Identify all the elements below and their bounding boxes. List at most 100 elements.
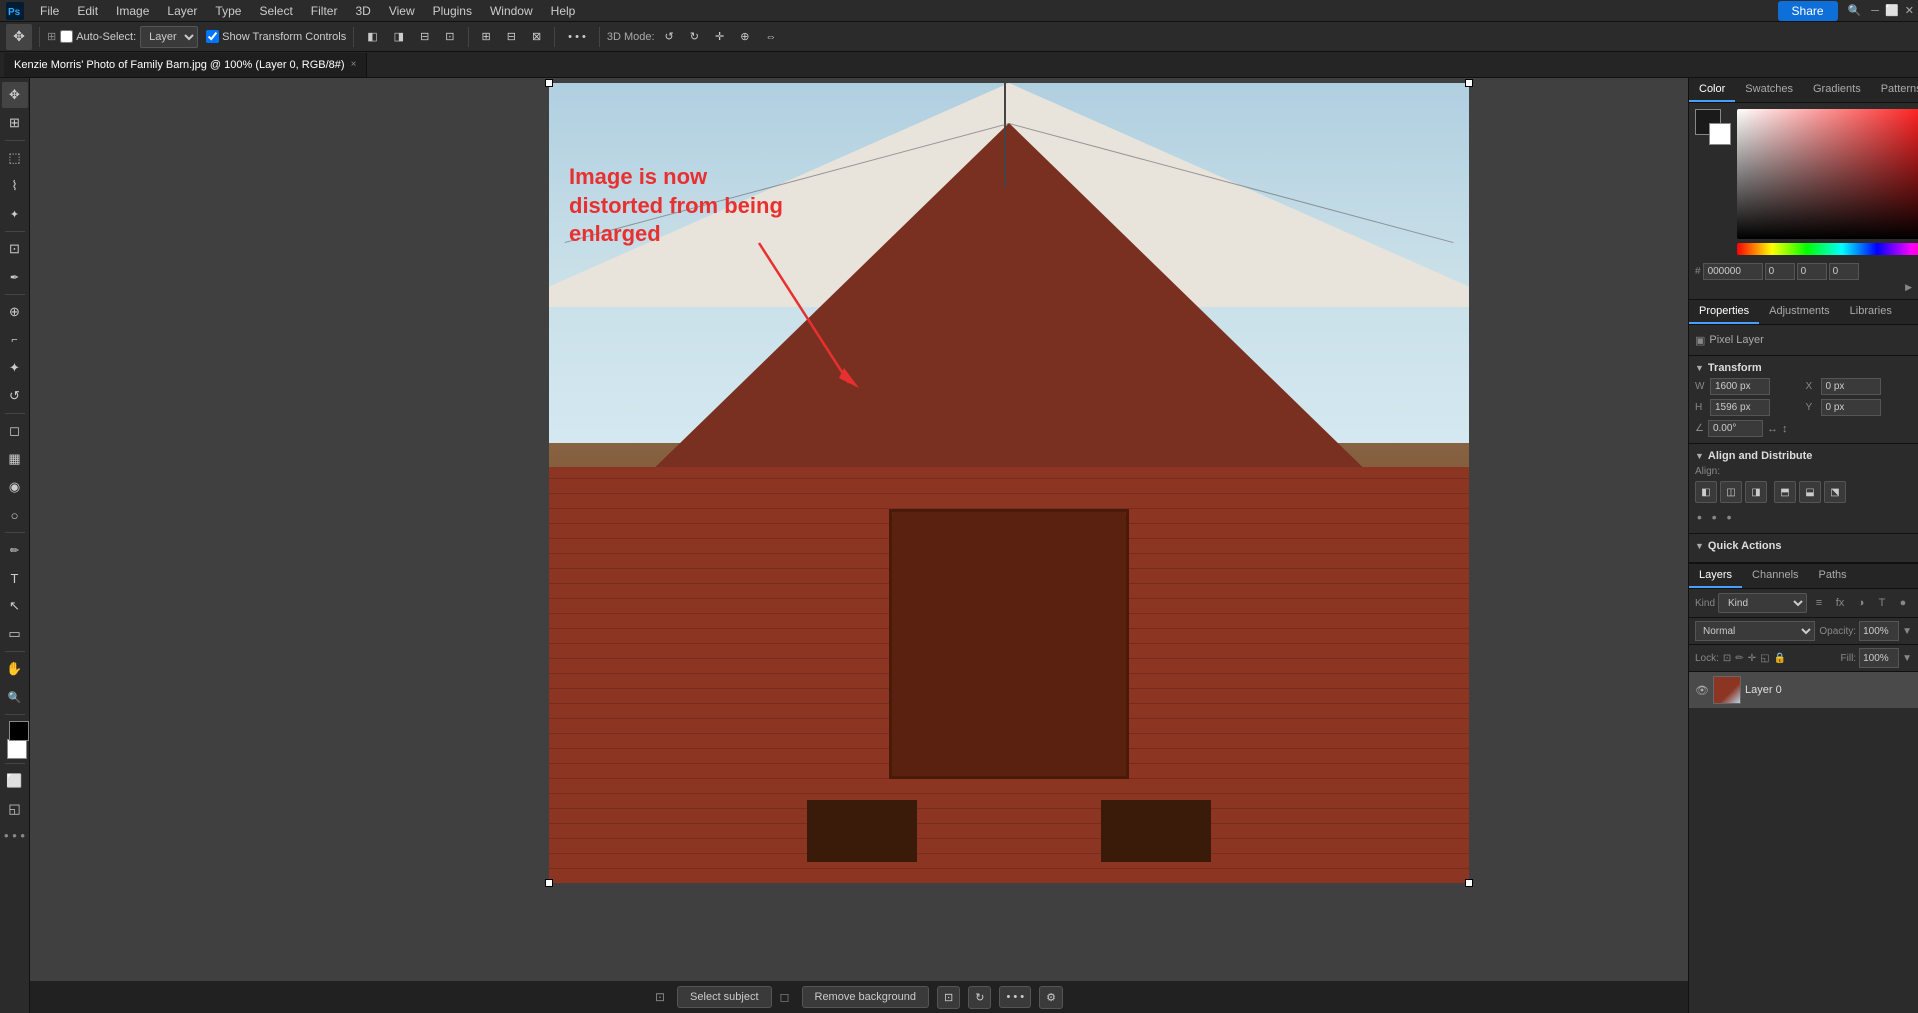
eyedropper-tool[interactable]: ✒ xyxy=(2,264,28,290)
artboard-tool[interactable]: ⊞ xyxy=(2,110,28,136)
handle-bl[interactable] xyxy=(545,879,553,887)
slide-3d-btn[interactable]: ⊕ xyxy=(734,26,755,48)
flip-v-btn[interactable]: ↕ xyxy=(1782,423,1788,435)
background-swatch[interactable] xyxy=(1709,123,1731,145)
fill-arrow[interactable]: ▼ xyxy=(1902,653,1912,664)
handle-tl[interactable] xyxy=(545,79,553,87)
align-left-edge-btn[interactable]: ◧ xyxy=(1695,481,1717,503)
screen-mode-btn[interactable]: ◱ xyxy=(2,796,28,822)
minimize-button[interactable]: ─ xyxy=(1871,5,1879,17)
layers-fx-btn[interactable]: fx xyxy=(1831,594,1849,612)
tab-layers[interactable]: Layers xyxy=(1689,564,1742,588)
fill-input[interactable] xyxy=(1859,648,1899,668)
tab-close-btn[interactable]: × xyxy=(351,59,357,70)
quick-actions-header[interactable]: ▼ Quick Actions xyxy=(1695,540,1912,552)
align-bottom-edge-btn[interactable]: ⬔ xyxy=(1824,481,1846,503)
menu-plugins[interactable]: Plugins xyxy=(425,2,480,20)
pen-tool[interactable]: ✏ xyxy=(2,537,28,563)
rotate-3d-btn[interactable]: ↺ xyxy=(659,26,680,48)
type-tool[interactable]: T xyxy=(2,565,28,591)
b-input[interactable] xyxy=(1829,263,1859,280)
menu-type[interactable]: Type xyxy=(207,2,249,20)
menu-select[interactable]: Select xyxy=(251,2,300,20)
restore-button[interactable]: ⬜ xyxy=(1885,4,1899,17)
menu-window[interactable]: Window xyxy=(482,2,541,20)
move-tool-options[interactable]: ✥ xyxy=(6,24,32,50)
auto-select-checkbox[interactable]: Auto-Select: xyxy=(60,30,136,43)
lock-brush-btn[interactable]: ✏ xyxy=(1735,653,1743,664)
hue-slider[interactable] xyxy=(1737,243,1918,255)
zoom-tool[interactable]: 🔍 xyxy=(2,684,28,710)
foreground-color[interactable] xyxy=(9,721,29,741)
more-options-btn[interactable]: • • • xyxy=(562,26,592,48)
height-input[interactable] xyxy=(1710,399,1770,416)
share-button[interactable]: Share xyxy=(1778,1,1838,21)
lasso-tool[interactable]: ⌇ xyxy=(2,173,28,199)
menu-view[interactable]: View xyxy=(381,2,423,20)
auto-select-dropdown[interactable]: Layer xyxy=(140,26,198,48)
hex-input[interactable] xyxy=(1703,263,1763,280)
crop-tool[interactable]: ⊡ xyxy=(2,236,28,262)
align-v-center-btn[interactable]: ⬓ xyxy=(1799,481,1821,503)
lock-transparent-btn[interactable]: ⊡ xyxy=(1723,653,1731,664)
background-color[interactable] xyxy=(7,739,27,759)
align-top-btn[interactable]: ⊡ xyxy=(439,26,460,48)
scale-3d-btn[interactable]: ⇔ xyxy=(759,26,782,48)
opacity-arrow[interactable]: ▼ xyxy=(1902,626,1912,637)
align-h-center-btn[interactable]: ◫ xyxy=(1720,481,1742,503)
marquee-tool[interactable]: ⬚ xyxy=(2,145,28,171)
settings-btn[interactable]: ⚙ xyxy=(1039,986,1063,1009)
angle-input[interactable] xyxy=(1708,420,1763,437)
align-more-btn[interactable]: • • • xyxy=(1695,507,1912,527)
menu-file[interactable]: File xyxy=(32,2,67,20)
search-icon[interactable]: 🔍 xyxy=(1848,4,1862,17)
mask-mode-btn[interactable]: ⬜ xyxy=(2,768,28,794)
layer-visibility-toggle[interactable]: 👁 xyxy=(1695,683,1709,697)
y-input[interactable] xyxy=(1821,399,1881,416)
layers-type-btn[interactable]: T xyxy=(1873,594,1891,612)
menu-help[interactable]: Help xyxy=(543,2,584,20)
healing-tool[interactable]: ⊕ xyxy=(2,299,28,325)
tab-color[interactable]: Color xyxy=(1689,78,1735,102)
tab-libraries[interactable]: Libraries xyxy=(1840,300,1902,324)
menu-layer[interactable]: Layer xyxy=(159,2,205,20)
tab-patterns[interactable]: Patterns xyxy=(1871,78,1918,102)
x-input[interactable] xyxy=(1821,378,1881,395)
menu-3d[interactable]: 3D xyxy=(347,2,378,20)
canvas-image[interactable]: Image is nowdistorted from beingenlarged xyxy=(549,83,1469,883)
lock-move-btn[interactable]: ✛ xyxy=(1748,653,1756,664)
align-right-btn[interactable]: ⊟ xyxy=(414,26,435,48)
handle-tr[interactable] xyxy=(1465,79,1473,87)
width-input[interactable] xyxy=(1710,378,1770,395)
more-actions-btn[interactable]: • • • xyxy=(999,986,1031,1008)
blur-tool[interactable]: ◉ xyxy=(2,474,28,500)
brush-tool[interactable]: ⌐ xyxy=(2,327,28,353)
tab-paths[interactable]: Paths xyxy=(1809,564,1857,588)
select-subject-btn[interactable]: Select subject xyxy=(677,986,771,1008)
g-input[interactable] xyxy=(1797,263,1827,280)
menu-image[interactable]: Image xyxy=(108,2,157,20)
align-left-btn[interactable]: ◧ xyxy=(361,26,383,48)
align-top-edge-btn[interactable]: ⬒ xyxy=(1774,481,1796,503)
menu-filter[interactable]: Filter xyxy=(303,2,346,20)
close-button[interactable]: ✕ xyxy=(1905,4,1914,17)
dist-horizontal-btn[interactable]: ⊞ xyxy=(476,26,497,48)
dist-gap-btn[interactable]: ⊠ xyxy=(526,26,547,48)
hand-tool[interactable]: ✋ xyxy=(2,656,28,682)
move-tool[interactable]: ✥ xyxy=(2,82,28,108)
expand-canvas-btn[interactable]: ⊡ xyxy=(937,986,960,1009)
tab-properties[interactable]: Properties xyxy=(1689,300,1759,324)
dist-vertical-btn[interactable]: ⊟ xyxy=(501,26,522,48)
opacity-input[interactable] xyxy=(1859,621,1899,641)
history-brush-tool[interactable]: ↺ xyxy=(2,383,28,409)
quick-select-tool[interactable]: ✦ xyxy=(2,201,28,227)
tab-adjustments[interactable]: Adjustments xyxy=(1759,300,1840,324)
blend-mode-select[interactable]: Normal xyxy=(1695,621,1815,641)
r-input[interactable] xyxy=(1765,263,1795,280)
align-center-btn[interactable]: ◨ xyxy=(388,26,410,48)
path-selection-tool[interactable]: ↖ xyxy=(2,593,28,619)
tab-gradients[interactable]: Gradients xyxy=(1803,78,1871,102)
layers-filter-icon[interactable]: ≡ xyxy=(1810,594,1828,612)
handle-br[interactable] xyxy=(1465,879,1473,887)
rotate-btn[interactable]: ↻ xyxy=(968,986,991,1009)
